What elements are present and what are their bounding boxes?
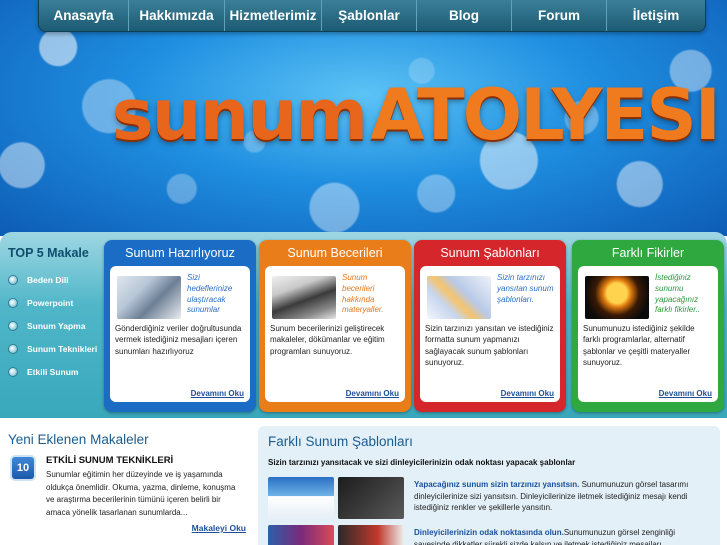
recent-title: Yeni Eklenen Makaleler	[8, 432, 149, 447]
article-excerpt: Sunumlar eğitimin her düzeyinde ve iş ya…	[46, 470, 236, 517]
card-farkli-fikirler: Farklı Fikirler İstediğiniz sunumu yapac…	[572, 240, 724, 412]
nav-item-iletisim[interactable]: İletişim	[607, 0, 705, 31]
card-title: Sunum Hazırlıyoruz	[125, 246, 235, 260]
card-text: Sunum becerilerinizi geliştirecek makale…	[270, 324, 385, 356]
top5-item[interactable]: Beden Dili	[8, 268, 108, 291]
card-thumbnail-idea	[585, 276, 649, 319]
card-sunum-becerileri: Sunum Becerileri Sunum becerileri hakkın…	[259, 240, 411, 412]
card-thumbnail-workshop	[272, 276, 336, 319]
hero-banner: sunum ATOLYESI	[0, 0, 727, 236]
top5-item[interactable]: Etkili Sunum	[8, 360, 108, 383]
template-description: Yapacağınız sunum sizin tarzınızı yansıt…	[414, 480, 689, 512]
templates-section: Farklı Sunum Şablonları Sizin tarzınızı …	[258, 426, 720, 545]
card-text: Gönderdiğiniz veriler doğrultusunda verm…	[115, 324, 242, 356]
card-body: Sizin tarzınızı yansıtan sunum şablonlar…	[420, 266, 560, 402]
top5-articles: TOP 5 Makale Beden Dili Powerpoint Sunum…	[8, 246, 108, 383]
top5-item[interactable]: Powerpoint	[8, 291, 108, 314]
article-number-badge: 10	[10, 455, 36, 481]
template-row: Yapacağınız sunum sizin tarzınızı yansıt…	[268, 477, 712, 519]
card-sunum-sablonlari: Sunum Şablonları Sizin tarzınızı yansıta…	[414, 240, 566, 412]
templates-subtitle: Sizin tarzınızı yansıtacak ve sizi dinle…	[268, 458, 576, 467]
card-body: Sunum becerileri hakkında materyaller. S…	[265, 266, 405, 402]
card-title: Farklı Fikirler	[611, 246, 685, 260]
top5-title: TOP 5 Makale	[8, 246, 89, 260]
logo-text-atolyesi: ATOLYESI	[370, 74, 721, 156]
recent-article: 10 ETKİLİ SUNUM TEKNİKLERİ Sunumlar eğit…	[8, 455, 246, 533]
bullet-icon	[8, 297, 18, 308]
card-title: Sunum Becerileri	[287, 246, 383, 260]
card-title: Sunum Şablonları	[440, 246, 540, 260]
card-thumbnail-charts	[427, 276, 491, 319]
card-text: Sunumunuzu istediğiniz şekilde farklı pr…	[583, 324, 695, 368]
site-logo[interactable]: sunum ATOLYESI	[112, 74, 721, 164]
nav-item-hakkimizda[interactable]: Hakkımızda	[129, 0, 225, 31]
card-read-more-link[interactable]: Devamını Oku	[191, 389, 244, 398]
templates-title: Farklı Sunum Şablonları	[268, 434, 413, 449]
article-read-link[interactable]: Makaleyi Oku	[46, 523, 246, 533]
bullet-icon	[8, 274, 18, 285]
nav-item-anasayfa[interactable]: Anasayfa	[39, 0, 129, 31]
template-thumbnail[interactable]	[338, 477, 404, 519]
template-row: Dinleyicilerinizin odak noktasında olun.…	[268, 525, 712, 545]
bullet-icon	[8, 320, 18, 331]
card-read-more-link[interactable]: Devamını Oku	[346, 389, 399, 398]
card-body: Sizi hedeflerinize ulaştıracak sunumlar …	[110, 266, 250, 402]
bullet-icon	[8, 343, 18, 354]
bullet-icon	[8, 366, 18, 377]
article-title[interactable]: ETKİLİ SUNUM TEKNİKLERİ	[46, 455, 246, 466]
nav-item-sablonlar[interactable]: Şablonlar	[322, 0, 417, 31]
card-text: Sizin tarzınızı yansıtan ve istediğiniz …	[425, 324, 554, 368]
template-description: Dinleyicilerinizin odak noktasında olun.…	[414, 528, 675, 545]
card-thumbnail-meeting	[117, 276, 181, 319]
template-thumbnail[interactable]	[268, 525, 334, 545]
card-read-more-link[interactable]: Devamını Oku	[501, 389, 554, 398]
nav-item-forum[interactable]: Forum	[512, 0, 607, 31]
template-thumbnail[interactable]	[268, 477, 334, 519]
nav-item-blog[interactable]: Blog	[417, 0, 512, 31]
card-read-more-link[interactable]: Devamını Oku	[659, 389, 712, 398]
card-body: İstediğiniz sunumu yapacağınız farklı fi…	[578, 266, 718, 402]
nav-item-hizmetlerimiz[interactable]: Hizmetlerimiz	[225, 0, 322, 31]
features-band: TOP 5 Makale Beden Dili Powerpoint Sunum…	[0, 232, 727, 418]
recent-articles: Yeni Eklenen Makaleler 10 ETKİLİ SUNUM T…	[8, 432, 246, 533]
main-nav: Anasayfa Hakkımızda Hizmetlerimiz Şablon…	[38, 0, 706, 32]
logo-text-sunum: sunum	[112, 74, 368, 156]
top5-item[interactable]: Sunum Yapma	[8, 314, 108, 337]
template-thumbnail[interactable]	[338, 525, 404, 545]
top5-item[interactable]: Sunum Teknikleri	[8, 337, 108, 360]
card-sunum-hazirliyoruz: Sunum Hazırlıyoruz Sizi hedeflerinize ul…	[104, 240, 256, 412]
